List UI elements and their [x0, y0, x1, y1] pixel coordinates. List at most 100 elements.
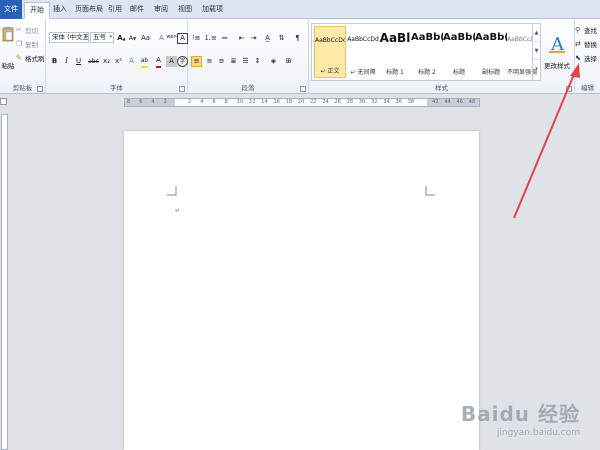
font-group-label: 字体 [110, 84, 123, 92]
change-case-button[interactable]: Aa [139, 33, 152, 44]
highlight-button[interactable]: ab [139, 56, 150, 68]
vertical-ruler[interactable] [1, 114, 8, 450]
font-name-value: 宋体 (中文正) [52, 33, 89, 41]
styles-gallery: AaBbCcDd ↵ 正文 AaBbCcDd ↵ 无间隔 AaBl 标题 1 A… [311, 23, 541, 81]
char-border-button[interactable]: A [177, 33, 188, 44]
bold-button[interactable]: B [49, 56, 60, 67]
line-spacing-button[interactable]: ↕ [252, 56, 263, 67]
style-heading-1[interactable]: AaBl 标题 1 [379, 26, 411, 78]
watermark-url: jingyan.baidu.com [496, 428, 580, 438]
style-subtitle[interactable]: AaBb( 副标题 [475, 26, 507, 78]
show-marks-button[interactable]: ¶ [292, 33, 303, 44]
cut-button[interactable]: ✂ 剪切 [16, 25, 38, 35]
watermark: Baidu 经验 jingyan.baidu.com [461, 398, 580, 438]
change-styles-button[interactable]: A 更改样式 [543, 23, 571, 79]
bold-icon: B [51, 57, 58, 65]
gallery-scroll[interactable]: ▲ ▼ ▾ [532, 24, 540, 80]
style-sample: AaBbCcDd [507, 36, 532, 43]
paragraph-launcher[interactable] [300, 86, 306, 92]
styles-launcher[interactable] [566, 86, 572, 92]
chevron-down-icon[interactable]: ▼ [533, 42, 540, 60]
style-no-spacing[interactable]: AaBbCcDd ↵ 无间隔 [347, 26, 379, 78]
subscript-button[interactable]: x₂ [101, 56, 112, 67]
find-button[interactable]: ⚲ 查找 [575, 25, 597, 35]
tab-references[interactable]: 引用 [103, 2, 127, 19]
replace-button[interactable]: ⇄ 替换 [575, 39, 597, 49]
style-heading-2[interactable]: AaBb( 标题 2 [411, 26, 443, 78]
font-size-combo[interactable]: 五号 ▾ [90, 32, 114, 43]
font-color-button[interactable]: A [153, 56, 164, 68]
justify-icon: ≣ [230, 57, 237, 65]
align-right-button[interactable]: ≡ [216, 56, 227, 67]
ruler-tick-label: 38 [407, 99, 415, 105]
ruler-tick-label: 30 [358, 99, 366, 105]
binoculars-icon: ⚲ [575, 26, 581, 34]
chinese-layout-button[interactable]: A̲ [262, 33, 273, 44]
grow-font-button[interactable]: A ▲ [116, 33, 127, 44]
more-icon[interactable]: ▾ [533, 60, 540, 78]
tab-selector[interactable] [0, 98, 7, 105]
char-shading-button[interactable]: A [166, 56, 177, 67]
chevron-down-icon: ▾ [84, 34, 87, 40]
font-name-combo[interactable]: 宋体 (中文正) ▾ [49, 32, 89, 43]
ruler-tick-label: 28 [346, 99, 354, 105]
justify-button[interactable]: ≣ [228, 56, 239, 67]
chevron-down-icon: ▾ [109, 34, 112, 40]
style-sample: AaBbCcDd [347, 36, 379, 43]
bullet-list-icon: ⁝≡ [192, 34, 201, 42]
select-button[interactable]: ⬉ 选择 [575, 53, 597, 63]
subscript-icon: x₂ [103, 57, 110, 65]
bullets-button[interactable]: ⁝≡ [191, 33, 202, 44]
copy-button[interactable]: ❐ 复制 [16, 39, 38, 49]
shading-button[interactable]: ◈ [268, 56, 279, 67]
ruler-tick-label: 6 [212, 99, 216, 105]
superscript-button[interactable]: x² [113, 56, 124, 67]
ribbon: 粘贴 ✂ 剪切 ❐ 复制 ✎ 格式刷 剪贴板 宋体 (中文正) ▾ 五号 ▾ A ▲ … [0, 19, 600, 94]
text-effects-button[interactable]: A [126, 56, 137, 67]
paragraph-group-label: 段落 [241, 84, 255, 92]
numbering-button[interactable]: ⒈≡ [204, 33, 217, 44]
paste-button[interactable]: 粘贴 [1, 23, 15, 73]
char-shading-icon: A [169, 57, 174, 65]
tab-view[interactable]: 视图 [173, 2, 197, 19]
sort-button[interactable]: ⇅ [276, 33, 287, 44]
decrease-indent-button[interactable]: ⇤ [236, 33, 247, 44]
style-sample: AaBb( [443, 32, 475, 43]
tab-review[interactable]: 审阅 [149, 2, 173, 19]
shrink-font-button[interactable]: A ▼ [127, 33, 138, 44]
format-painter-button[interactable]: ✎ 格式刷 [16, 53, 45, 63]
tab-mailings[interactable]: 邮件 [125, 2, 149, 19]
chevron-up-icon[interactable]: ▲ [533, 24, 540, 42]
tab-home[interactable]: 开始 [24, 2, 50, 19]
ruler-tick-label: 44 [444, 99, 451, 105]
style-title[interactable]: AaBb( 标题 [443, 26, 475, 78]
baidu-logo: Baidu 经验 [460, 402, 580, 426]
style-normal[interactable]: AaBbCcDd ↵ 正文 [314, 26, 346, 78]
distribute-button[interactable]: ☰ [240, 56, 251, 67]
ruler-tick-label: 46 [456, 99, 463, 105]
strikethrough-button[interactable]: abc [87, 56, 100, 67]
font-launcher[interactable] [179, 86, 185, 92]
borders-button[interactable]: ⊞ [283, 56, 294, 67]
multilevel-list-button[interactable]: ≔ [219, 33, 230, 44]
char-border-icon: A [180, 34, 185, 42]
clipboard-launcher[interactable] [37, 86, 43, 92]
document-page[interactable]: ↵ [124, 131, 479, 450]
scissors-icon: ✂ [16, 26, 22, 34]
ruler-area: 8 6 4 2 2 4 6 8 10 12 14 16 18 20 22 24 26 28 30 32 34 36 38 42… [0, 95, 600, 109]
underline-button[interactable]: U [73, 56, 84, 67]
tab-addins[interactable]: 加载项 [197, 2, 228, 19]
phonetic-guide-button[interactable]: wén [166, 32, 177, 43]
align-right-icon: ≡ [218, 57, 225, 65]
style-name: ↵ 正文 [320, 68, 340, 75]
increase-indent-button[interactable]: ⇥ [248, 33, 259, 44]
enclose-char-button[interactable]: 字 [177, 56, 188, 67]
tab-insert[interactable]: 插入 [48, 2, 72, 19]
align-left-button[interactable]: ≡ [191, 56, 202, 67]
align-center-button[interactable]: ≡ [204, 56, 215, 67]
style-subtle-emphasis[interactable]: AaBbCcDd 不明显强调 [507, 26, 537, 78]
horizontal-ruler[interactable]: 8 6 4 2 2 4 6 8 10 12 14 16 18 20 22 24 26 28 30 32 34 36 38 42… [124, 98, 480, 107]
tab-file[interactable]: 文件 [0, 0, 22, 19]
crop-mark-top-right [425, 186, 435, 196]
italic-button[interactable]: I [61, 56, 72, 67]
